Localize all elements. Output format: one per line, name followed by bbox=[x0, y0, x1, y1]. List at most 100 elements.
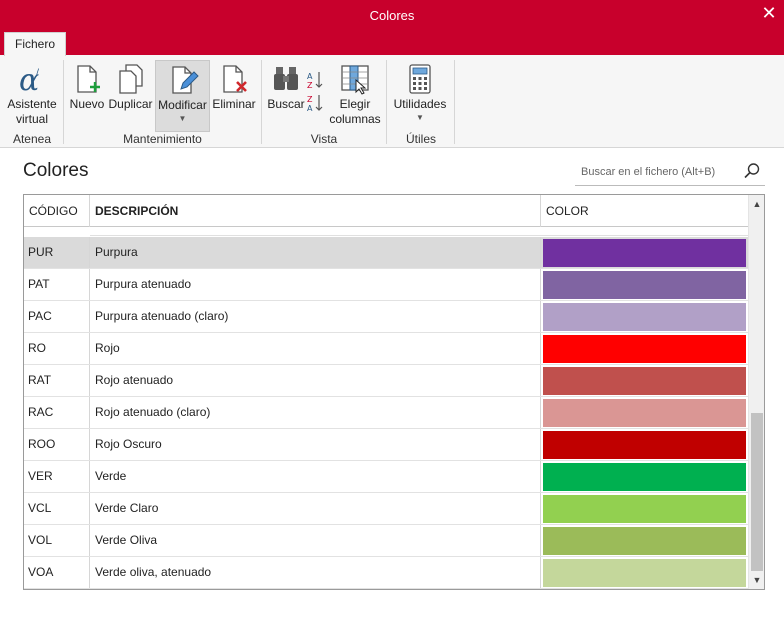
table-header: CÓDIGO DESCRIPCIÓN COLOR bbox=[24, 195, 748, 227]
color-swatch bbox=[543, 239, 746, 267]
cell-code: PAC bbox=[24, 301, 90, 332]
page-title: Colores bbox=[23, 160, 89, 181]
table-row[interactable]: VOA Verde oliva, atenuado bbox=[24, 557, 748, 589]
table-row[interactable]: PAC Purpura atenuado (claro) bbox=[24, 301, 748, 333]
cell-code: VOL bbox=[24, 525, 90, 556]
cell-description: Purpura atenuado bbox=[90, 269, 541, 300]
scroll-thumb[interactable] bbox=[751, 413, 763, 571]
tab-fichero[interactable]: Fichero bbox=[4, 32, 66, 56]
alpha-icon: α / bbox=[19, 63, 40, 95]
scroll-down-icon[interactable]: ▼ bbox=[749, 573, 764, 587]
partial-row bbox=[90, 227, 748, 236]
search-icon[interactable] bbox=[743, 162, 761, 180]
ribbon: α / Asistente virtual Atenea Nuevo Dupli… bbox=[0, 55, 784, 148]
colors-table: CÓDIGO DESCRIPCIÓN COLOR PUR Purpura PAT Pu… bbox=[23, 194, 765, 590]
cell-code: VCL bbox=[24, 493, 90, 524]
table-body: PUR Purpura PAT Purpura atenuado PAC Purpura … bbox=[24, 237, 748, 589]
cell-code: VER bbox=[24, 461, 90, 492]
separator bbox=[386, 60, 387, 144]
separator bbox=[454, 60, 455, 144]
sort-icon[interactable]: A Z Z A bbox=[306, 69, 326, 113]
table-row[interactable]: RAT Rojo atenuado bbox=[24, 365, 748, 397]
binoculars-icon bbox=[274, 67, 298, 90]
cell-description: Rojo Oscuro bbox=[90, 429, 541, 460]
svg-text:Z: Z bbox=[307, 81, 313, 90]
color-swatch bbox=[543, 303, 746, 331]
chevron-down-icon: ▼ bbox=[178, 114, 187, 123]
calculator-icon bbox=[409, 64, 431, 94]
new-document-icon bbox=[77, 65, 100, 93]
table-row[interactable]: VCL Verde Claro bbox=[24, 493, 748, 525]
chevron-down-icon: ▼ bbox=[416, 113, 424, 122]
group-mantenimiento: Mantenimiento bbox=[123, 132, 202, 146]
close-icon[interactable]: ✕ bbox=[754, 0, 784, 28]
buscar-label: Buscar bbox=[267, 97, 305, 111]
title-bar: Colores ✕ bbox=[0, 0, 784, 32]
duplicar-label: Duplicar bbox=[108, 97, 153, 111]
modificar-button[interactable]: Modificar ▼ bbox=[155, 60, 210, 132]
svg-text:A: A bbox=[307, 72, 313, 81]
elegir-columnas-label: Elegir columnas bbox=[329, 97, 381, 126]
table-row[interactable]: VER Verde bbox=[24, 461, 748, 493]
column-header-color[interactable]: COLOR bbox=[541, 195, 748, 227]
table-row[interactable]: VOL Verde Oliva bbox=[24, 525, 748, 557]
color-swatch bbox=[543, 431, 746, 459]
group-vista: Vista bbox=[310, 132, 338, 146]
table-row[interactable]: PAT Purpura atenuado bbox=[24, 269, 748, 301]
color-swatch bbox=[543, 495, 746, 523]
cell-code: RAC bbox=[24, 397, 90, 428]
scroll-up-icon[interactable]: ▲ bbox=[749, 197, 764, 211]
nuevo-button[interactable]: Nuevo bbox=[68, 60, 106, 124]
cell-description: Purpura atenuado (claro) bbox=[90, 301, 541, 332]
color-swatch bbox=[543, 367, 746, 395]
cell-code: PUR bbox=[24, 237, 90, 268]
svg-text:Z: Z bbox=[307, 95, 313, 104]
table-row[interactable]: RAC Rojo atenuado (claro) bbox=[24, 397, 748, 429]
delete-document-icon bbox=[223, 65, 247, 93]
duplicar-button[interactable]: Duplicar bbox=[107, 60, 154, 124]
color-swatch bbox=[543, 271, 746, 299]
cell-code: RO bbox=[24, 333, 90, 364]
svg-text:/: / bbox=[36, 68, 40, 78]
color-swatch bbox=[543, 335, 746, 363]
color-swatch bbox=[543, 463, 746, 491]
choose-columns-icon bbox=[341, 65, 369, 95]
cell-code: ROO bbox=[24, 429, 90, 460]
asistente-virtual-button[interactable]: α / Asistente virtual bbox=[4, 60, 60, 126]
color-swatch bbox=[543, 559, 746, 587]
search-box bbox=[575, 158, 765, 186]
cell-description: Verde oliva, atenuado bbox=[90, 557, 541, 588]
search-input[interactable] bbox=[581, 163, 731, 181]
eliminar-button[interactable]: Eliminar bbox=[211, 60, 257, 124]
utilidades-button[interactable]: Utilidades ▼ bbox=[391, 60, 449, 132]
color-swatch bbox=[543, 399, 746, 427]
separator bbox=[63, 60, 64, 144]
elegir-columnas-button[interactable]: Elegir columnas bbox=[328, 60, 382, 126]
cell-code: RAT bbox=[24, 365, 90, 396]
vertical-scrollbar[interactable]: ▲ ▼ bbox=[748, 195, 764, 589]
table-row[interactable]: ROO Rojo Oscuro bbox=[24, 429, 748, 461]
cell-description: Verde bbox=[90, 461, 541, 492]
column-header-code[interactable]: CÓDIGO bbox=[24, 195, 90, 227]
cell-code: PAT bbox=[24, 269, 90, 300]
duplicate-icon bbox=[118, 64, 143, 94]
modificar-label: Modificar bbox=[158, 98, 207, 112]
svg-text:A: A bbox=[307, 104, 313, 113]
cell-description: Rojo bbox=[90, 333, 541, 364]
utilidades-label: Utilidades bbox=[393, 97, 447, 111]
edit-document-icon bbox=[171, 66, 199, 94]
window-title: Colores bbox=[369, 8, 415, 23]
color-swatch bbox=[543, 527, 746, 555]
buscar-button[interactable]: Buscar bbox=[266, 60, 306, 124]
table-row[interactable]: PUR Purpura bbox=[24, 237, 748, 269]
asistente-virtual-label: Asistente virtual bbox=[7, 97, 57, 126]
group-atenea: Atenea bbox=[12, 132, 52, 146]
cell-description: Verde Claro bbox=[90, 493, 541, 524]
table-row[interactable]: RO Rojo bbox=[24, 333, 748, 365]
group-utiles: Útiles bbox=[405, 132, 436, 146]
eliminar-label: Eliminar bbox=[212, 97, 256, 111]
cell-code: VOA bbox=[24, 557, 90, 588]
column-header-description[interactable]: DESCRIPCIÓN bbox=[90, 195, 541, 227]
cell-description: Rojo atenuado (claro) bbox=[90, 397, 541, 428]
cell-description: Verde Oliva bbox=[90, 525, 541, 556]
